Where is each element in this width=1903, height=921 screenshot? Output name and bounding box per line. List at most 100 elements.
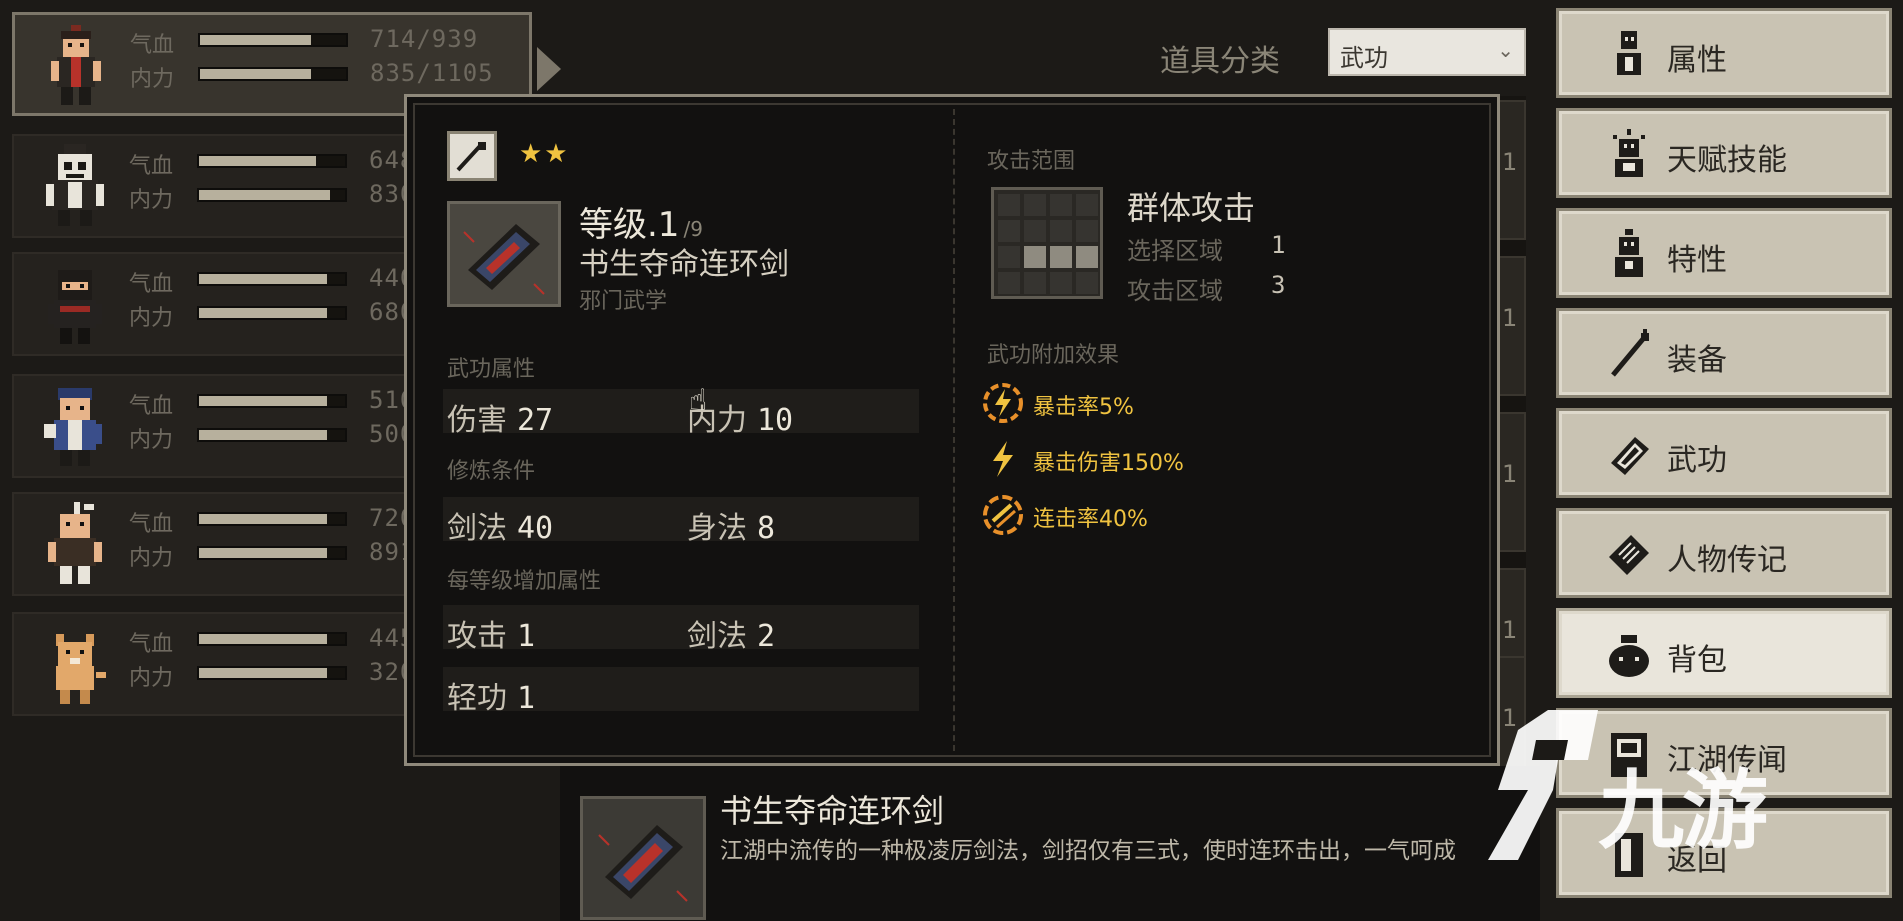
attr-damage: 伤害 27: [447, 395, 553, 439]
hp-fill: [199, 396, 328, 406]
range-cell: [1050, 272, 1072, 294]
menu-label: 背包: [1667, 643, 1727, 678]
mp-label: 内力: [129, 428, 174, 453]
skill-detail-popup: ★★ 等级.1/9 书生夺命连环剑 邪门武学 武功属性 伤害 27 内力 10 ☝ …: [404, 94, 1500, 766]
menu-talent-button[interactable]: 天赋技能: [1556, 108, 1892, 198]
select-area-value: 1: [1271, 231, 1286, 259]
mp-fill: [199, 548, 328, 558]
mp-label: 内力: [129, 666, 174, 691]
requirement-row: 剑法 40 身法 8: [443, 497, 919, 546]
scroll-icon: [1609, 535, 1649, 575]
attack-area-value: 3: [1271, 271, 1286, 299]
mp-fill: [200, 69, 311, 79]
watermark-text: 九游: [1598, 761, 1768, 861]
mp-label: 内力: [130, 67, 175, 92]
menu-martial-arts-button[interactable]: 武功: [1556, 408, 1892, 498]
menu-attributes-button[interactable]: 属性: [1556, 8, 1892, 98]
range-type: 群体攻击: [1127, 189, 1256, 227]
person-icon: [1617, 31, 1641, 75]
book-icon: [1611, 437, 1649, 475]
menu-label: 装备: [1667, 343, 1727, 378]
range-cell: [1050, 220, 1072, 242]
weapon-type-badge: [447, 131, 497, 181]
effect-text: 连击率40%: [1033, 507, 1148, 532]
effects-section-title: 武功附加效果: [987, 343, 1120, 368]
mp-bar: [198, 67, 348, 81]
range-cell: [1076, 194, 1098, 216]
growth-key: 轻功: [447, 681, 507, 716]
category-select[interactable]: 武功 ⌄: [1328, 28, 1526, 76]
skull-mask-avatar: [46, 144, 104, 226]
mp-row: 内力 835/1105: [130, 59, 530, 92]
hp-fill: [200, 35, 311, 45]
hp-label: 气血: [130, 33, 175, 58]
range-section-title: 攻击范围: [987, 149, 1076, 174]
range-cell: [998, 220, 1020, 242]
mp-bar: [197, 428, 347, 442]
skill-type: 邪门武学: [579, 289, 668, 314]
hp-fill: [199, 274, 328, 284]
effect-text: 暴击伤害150%: [1033, 451, 1184, 476]
popup-divider: [953, 109, 955, 751]
range-cell: [1024, 194, 1046, 216]
growth-sword: 剑法 2: [687, 611, 775, 655]
mp-label: 内力: [129, 306, 174, 331]
growth-value: 2: [757, 619, 776, 654]
range-cell: [998, 246, 1020, 268]
growth-lightness: 轻功 1: [447, 673, 535, 717]
menu-label: 属性: [1667, 43, 1727, 78]
growth-key: 攻击: [447, 619, 507, 654]
chevron-down-icon: ⌄: [1497, 38, 1514, 62]
attr-row: 伤害 27 内力 10: [443, 389, 919, 438]
skill-icon: [447, 201, 561, 307]
range-cell: [998, 194, 1020, 216]
talent-icon: [1613, 129, 1645, 177]
mp-fill: [199, 430, 328, 440]
swirl-icon: [983, 495, 1023, 535]
swordsman-avatar: [51, 25, 101, 105]
req-value: 8: [757, 511, 776, 546]
growth-section-title: 每等级增加属性: [447, 569, 602, 594]
mp-value: 835/1105: [370, 59, 494, 87]
range-cell: [998, 272, 1020, 294]
mp-bar: [197, 188, 347, 202]
growth-key: 剑法: [687, 619, 747, 654]
attack-area: 攻击区域 3: [1127, 271, 1285, 306]
game-screen: 气血 714/939 内力 835/1105 气血 648 内力 830 气血 …: [0, 0, 1903, 921]
book-icon: [463, 224, 545, 295]
sword-icon: [456, 142, 486, 172]
attr-value: 27: [517, 403, 554, 438]
hp-bar: [197, 154, 347, 168]
mp-fill: [199, 190, 331, 200]
trait-icon: [1615, 229, 1643, 277]
watermark-logo: 九游: [1478, 700, 1878, 890]
description-text: 江湖中流传的一种极凌厉剑法，剑招仅有三式，使时连环击出，一气呵成: [720, 838, 1456, 864]
skill-name: 书生夺命连环剑: [579, 247, 789, 282]
list-item-count: 1: [1502, 616, 1518, 644]
lightning-circle-icon: [983, 383, 1023, 423]
attr-value: 10: [757, 403, 794, 438]
level-max: /9: [683, 217, 703, 241]
list-item-count: 1: [1502, 148, 1518, 176]
hp-fill: [199, 156, 316, 166]
category-label: 道具分类: [1160, 44, 1280, 79]
req-sword: 剑法 40: [447, 503, 553, 547]
select-area-label: 选择区域: [1127, 237, 1223, 265]
list-item-count: 1: [1502, 304, 1518, 332]
book-icon: [598, 825, 688, 902]
hp-label: 气血: [129, 512, 174, 537]
attr-section-title: 武功属性: [447, 357, 536, 382]
range-cell: [1076, 220, 1098, 242]
range-cell-active: [1050, 246, 1072, 268]
range-cell: [1024, 220, 1046, 242]
menu-traits-button[interactable]: 特性: [1556, 208, 1892, 298]
menu-equipment-button[interactable]: 装备: [1556, 308, 1892, 398]
description-skill-icon: [580, 796, 706, 920]
menu-bag-button[interactable]: 背包: [1556, 608, 1892, 698]
menu-label: 天赋技能: [1667, 143, 1787, 178]
hp-bar: [197, 512, 347, 526]
hp-bar: [198, 33, 348, 47]
hp-label: 气血: [129, 394, 174, 419]
menu-biography-button[interactable]: 人物传记: [1556, 508, 1892, 598]
hand-cursor-icon: ☝: [689, 383, 708, 418]
